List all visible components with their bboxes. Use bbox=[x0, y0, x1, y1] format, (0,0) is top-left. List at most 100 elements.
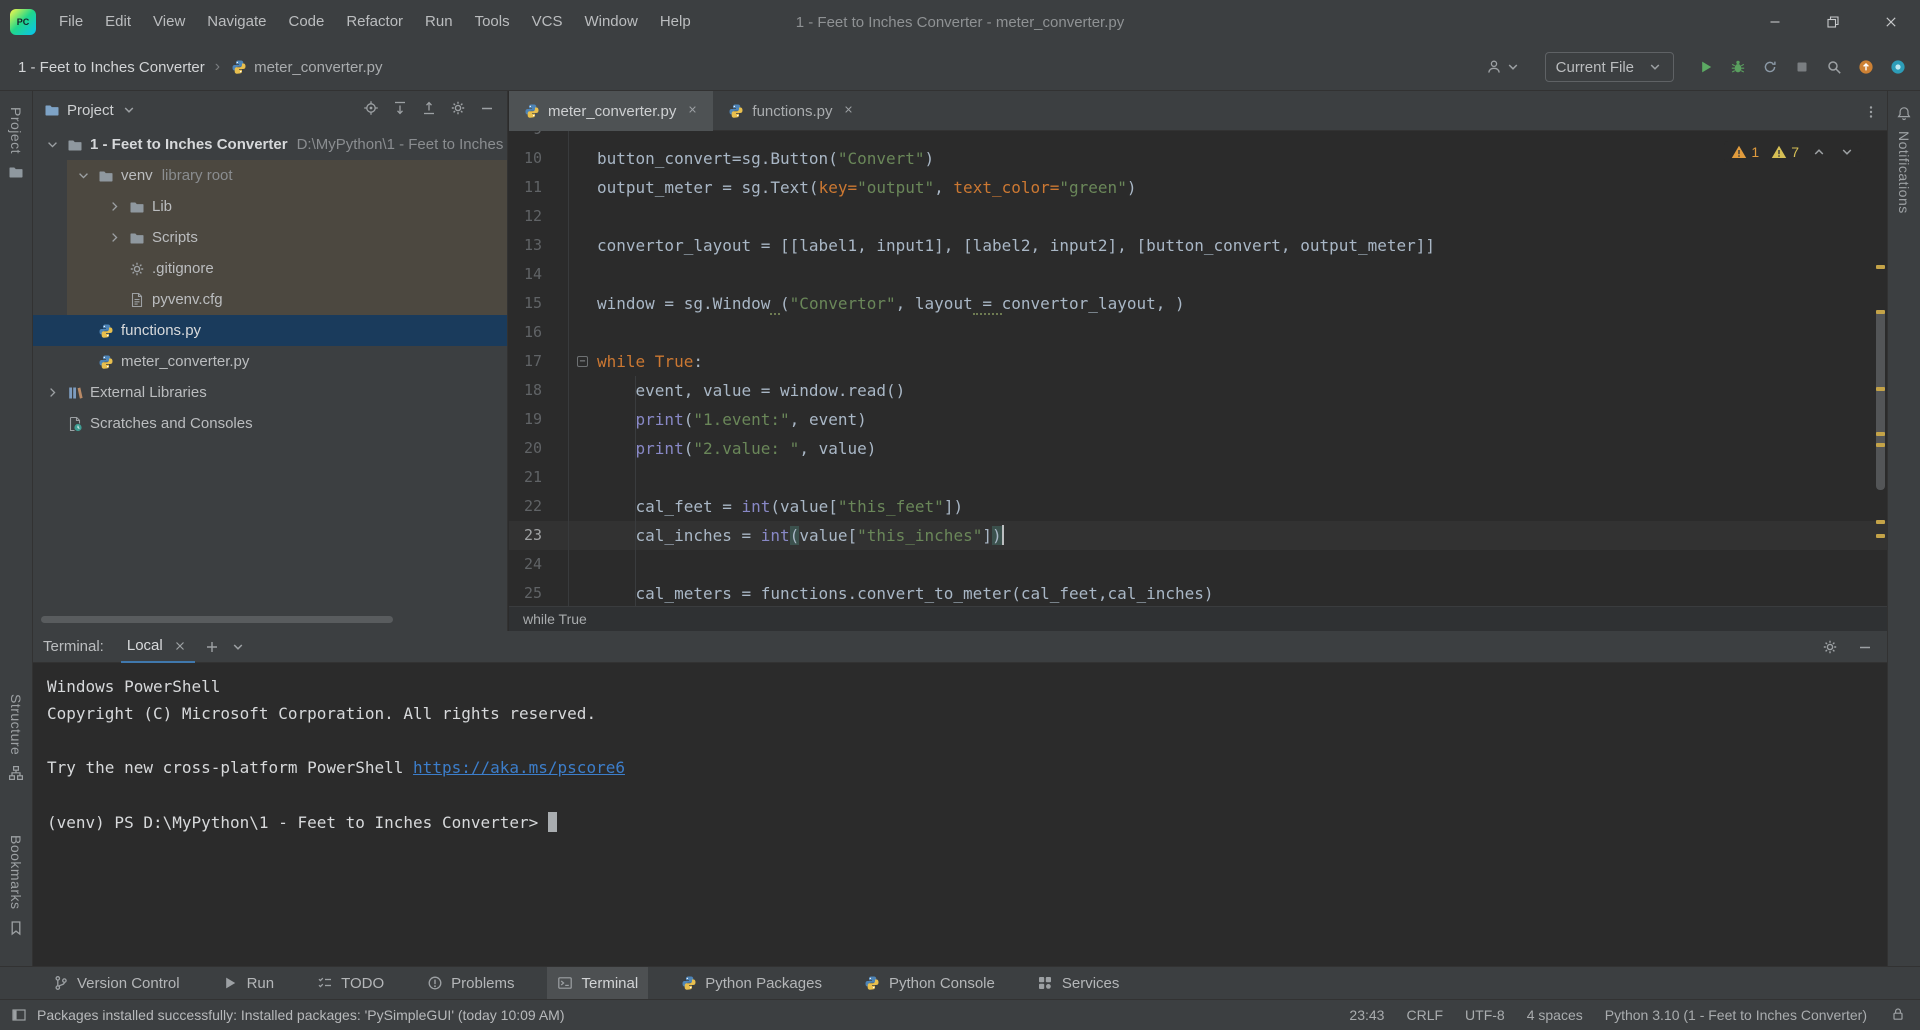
line-number[interactable]: 22 bbox=[509, 492, 569, 521]
menu-help[interactable]: Help bbox=[649, 0, 702, 44]
status-crlf[interactable]: CRLF bbox=[1406, 1007, 1443, 1023]
code-text[interactable] bbox=[597, 202, 1887, 231]
minimize-button[interactable] bbox=[1746, 0, 1804, 44]
run-button[interactable] bbox=[1697, 59, 1714, 76]
code-text[interactable] bbox=[597, 550, 1887, 579]
project-toolbar-hide[interactable] bbox=[478, 100, 495, 121]
line-number[interactable]: 9 bbox=[509, 131, 569, 144]
editor-options-icon[interactable] bbox=[1862, 103, 1879, 120]
chevron-down-icon[interactable] bbox=[121, 102, 138, 119]
toolwindow-button-python-console[interactable]: Python Console bbox=[854, 967, 1005, 1000]
editor-tab-meter-converter-py[interactable]: meter_converter.py bbox=[509, 91, 713, 131]
line-number[interactable]: 18 bbox=[509, 376, 569, 405]
line-number[interactable]: 21 bbox=[509, 463, 569, 492]
status-message[interactable]: Packages installed successfully: Install… bbox=[37, 1007, 565, 1023]
code-text[interactable]: window = sg.Window ("Convertor", layout … bbox=[597, 289, 1887, 318]
line-number[interactable]: 17 bbox=[509, 347, 569, 376]
search-everywhere-button[interactable] bbox=[1825, 59, 1842, 76]
close-button[interactable] bbox=[1862, 0, 1920, 44]
code-text[interactable]: output_meter = sg.Text(key="output", tex… bbox=[597, 173, 1887, 202]
stripe-button-notifications[interactable]: Notifications bbox=[1896, 99, 1913, 220]
hide-terminal-icon[interactable] bbox=[1856, 638, 1873, 655]
code-text[interactable]: print("2.value: ", value) bbox=[597, 434, 1887, 463]
stripe-button-bookmarks[interactable]: Bookmarks bbox=[8, 829, 25, 942]
toolwindow-button-terminal[interactable]: Terminal bbox=[547, 967, 649, 1000]
terminal-output[interactable]: Windows PowerShellCopyright (C) Microsof… bbox=[33, 663, 1887, 835]
close-tab-icon[interactable] bbox=[172, 637, 189, 654]
run-configuration-select[interactable]: Current File bbox=[1545, 52, 1674, 82]
line-number[interactable]: 20 bbox=[509, 434, 569, 463]
code-text[interactable] bbox=[597, 318, 1887, 347]
breadcrumb-item-1-feet-to-inches-converter[interactable]: 1 - Feet to Inches Converter bbox=[18, 59, 205, 76]
project-toolbar-collapse-all[interactable] bbox=[420, 100, 437, 121]
tree-item-lib[interactable]: Lib bbox=[33, 191, 507, 222]
menu-file[interactable]: File bbox=[48, 0, 94, 44]
previous-problem-icon[interactable] bbox=[1810, 143, 1827, 160]
menu-run[interactable]: Run bbox=[414, 0, 464, 44]
toolwindow-button-services[interactable]: Services bbox=[1027, 967, 1130, 1000]
tree-item-venv[interactable]: venvlibrary root bbox=[33, 160, 507, 191]
project-toolbar-expand-all[interactable] bbox=[391, 100, 408, 121]
menu-navigate[interactable]: Navigate bbox=[196, 0, 277, 44]
line-number[interactable]: 19 bbox=[509, 405, 569, 434]
debug-button[interactable] bbox=[1729, 59, 1746, 76]
status-python-3-10-1-feet-to-inches-converter[interactable]: Python 3.10 (1 - Feet to Inches Converte… bbox=[1605, 1007, 1867, 1023]
stop-button[interactable] bbox=[1793, 59, 1810, 76]
toolwindow-button-problems[interactable]: Problems bbox=[416, 967, 524, 1000]
menu-refactor[interactable]: Refactor bbox=[335, 0, 414, 44]
code-text[interactable]: print("1.event:", event) bbox=[597, 405, 1887, 434]
tree-item-external-libraries[interactable]: External Libraries bbox=[33, 377, 507, 408]
line-number[interactable]: 16 bbox=[509, 318, 569, 347]
terminal-link[interactable]: https://aka.ms/pscore6 bbox=[413, 758, 625, 777]
run-with-coverage-button[interactable] bbox=[1761, 59, 1778, 76]
line-number[interactable]: 13 bbox=[509, 231, 569, 260]
line-number[interactable]: 10 bbox=[509, 144, 569, 173]
user-account-button[interactable] bbox=[1486, 59, 1522, 76]
status-utf-8[interactable]: UTF-8 bbox=[1465, 1007, 1505, 1023]
menu-tools[interactable]: Tools bbox=[464, 0, 521, 44]
next-problem-icon[interactable] bbox=[1838, 143, 1855, 160]
code-text[interactable]: cal_feet = int(value["this_feet"]) bbox=[597, 492, 1887, 521]
menu-edit[interactable]: Edit bbox=[94, 0, 142, 44]
status-4-spaces[interactable]: 4 spaces bbox=[1527, 1007, 1583, 1023]
editor-scrollbar-thumb[interactable] bbox=[1876, 310, 1885, 490]
code-text[interactable]: cal_inches = int(value["this_inches"]) bbox=[597, 521, 1887, 550]
breadcrumb-item-meter-converter-py[interactable]: meter_converter.py bbox=[230, 59, 382, 76]
line-number[interactable]: 14 bbox=[509, 260, 569, 289]
editor-context-bar[interactable]: while True bbox=[509, 606, 1887, 631]
update-available-button[interactable] bbox=[1857, 59, 1874, 76]
project-toolbar-locate[interactable] bbox=[362, 100, 379, 121]
code-with-me-button[interactable] bbox=[1889, 59, 1906, 76]
project-toolbar-gear[interactable] bbox=[449, 100, 466, 121]
tree-item-gitignore[interactable]: .gitignore bbox=[33, 253, 507, 284]
fold-icon[interactable]: − bbox=[577, 356, 588, 367]
restore-button[interactable] bbox=[1804, 0, 1862, 44]
code-area[interactable]: 910button_convert=sg.Button("Convert")11… bbox=[509, 131, 1887, 606]
tree-item-scripts[interactable]: Scripts bbox=[33, 222, 507, 253]
tree-item-meter-converter-py[interactable]: meter_converter.py bbox=[33, 346, 507, 377]
code-text[interactable]: event, value = window.read() bbox=[597, 376, 1887, 405]
menu-code[interactable]: Code bbox=[277, 0, 335, 44]
code-text[interactable]: cal_meters = functions.convert_to_meter(… bbox=[597, 579, 1887, 606]
menu-window[interactable]: Window bbox=[573, 0, 648, 44]
editor-tab-functions-py[interactable]: functions.py bbox=[713, 91, 869, 131]
line-number[interactable]: 11 bbox=[509, 173, 569, 202]
line-number[interactable]: 23 bbox=[509, 521, 569, 550]
tree-item-functions-py[interactable]: functions.py bbox=[33, 315, 507, 346]
line-number[interactable]: 25 bbox=[509, 579, 569, 606]
tree-item-pyvenv-cfg[interactable]: pyvenv.cfg bbox=[33, 284, 507, 315]
toolwindow-button-run[interactable]: Run bbox=[212, 967, 285, 1000]
toolwindow-button-python-packages[interactable]: Python Packages bbox=[670, 967, 832, 1000]
inspections-widget[interactable]: 1 7 bbox=[1724, 141, 1861, 162]
toolwindow-switcher-icon[interactable] bbox=[10, 1007, 27, 1024]
menu-vcs[interactable]: VCS bbox=[521, 0, 574, 44]
line-number[interactable]: 24 bbox=[509, 550, 569, 579]
menu-view[interactable]: View bbox=[142, 0, 196, 44]
stripe-button-project[interactable]: Project bbox=[8, 101, 25, 186]
close-tab-icon[interactable] bbox=[686, 103, 699, 120]
line-number[interactable]: 15 bbox=[509, 289, 569, 318]
code-text[interactable]: while True: bbox=[597, 347, 1887, 376]
readonly-toggle[interactable] bbox=[1889, 1005, 1906, 1025]
tree-item-1-feet-to-inches-converter[interactable]: 1 - Feet to Inches ConverterD:\MyPython\… bbox=[33, 129, 507, 160]
code-text[interactable] bbox=[597, 463, 1887, 492]
